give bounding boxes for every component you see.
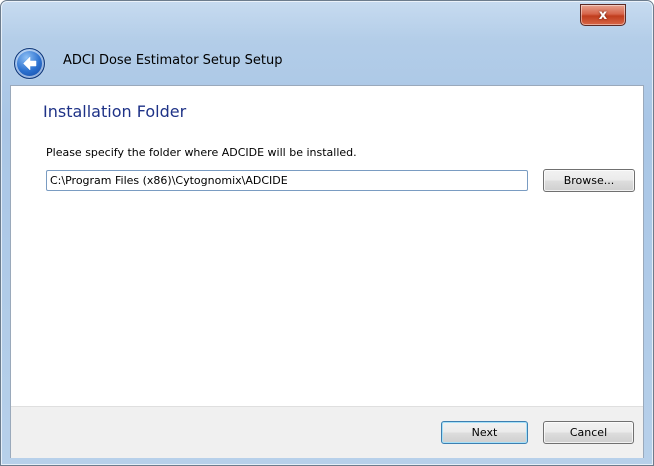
page-heading: Installation Folder (43, 102, 187, 121)
cancel-button[interactable]: Cancel (543, 421, 634, 444)
next-button[interactable]: Next (441, 421, 528, 444)
instruction-text: Please specify the folder where ADCIDE w… (46, 146, 357, 159)
window-title: ADCI Dose Estimator Setup Setup (63, 53, 283, 68)
content-panel: Installation Folder Please specify the f… (10, 85, 644, 458)
back-button[interactable] (14, 48, 45, 79)
setup-window: x ADCI Dose Estimator Setup Setup Instal… (0, 0, 654, 466)
back-arrow-icon (23, 56, 37, 71)
button-bar: Next Cancel (11, 406, 643, 458)
browse-button[interactable]: Browse... (543, 169, 635, 192)
close-button[interactable]: x (580, 4, 626, 26)
folder-path-input[interactable] (46, 170, 528, 191)
close-icon: x (598, 7, 608, 23)
